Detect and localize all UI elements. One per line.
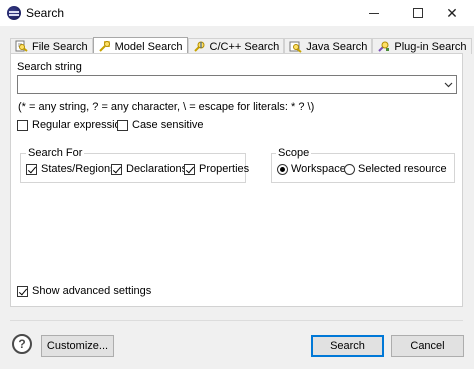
customize-button[interactable]: Customize... [41,335,114,357]
close-icon: ✕ [446,4,458,21]
search-tabs: File Search Model Search C/C++ Search Ja… [10,37,472,55]
selected-resource-radio[interactable]: Selected resource [344,163,447,175]
tab-java-search[interactable]: Java Search [284,38,373,54]
show-advanced-checkbox-box[interactable] [17,285,28,297]
workspace-label: Workspace [291,163,346,175]
tab-label: C/C++ Search [209,40,280,53]
tab-label: Java Search [306,40,368,53]
states-regions-label: States/Regions [41,163,116,175]
footer-separator [10,320,463,321]
case-sensitive-label: Case sensitive [132,119,204,131]
customize-label: Customize... [46,340,109,352]
tab-file-search[interactable]: File Search [10,38,93,54]
plugin-search-icon [377,40,390,53]
minimize-button[interactable] [352,0,396,26]
states-regions-checkbox[interactable]: States/Regions [26,163,116,175]
minimize-icon [369,12,379,14]
show-advanced-checkbox[interactable]: Show advanced settings [17,285,151,297]
declarations-checkbox-box[interactable] [111,163,122,175]
search-string-combo[interactable] [17,75,457,94]
workspace-radio[interactable]: Workspace [277,163,346,175]
java-search-icon [289,40,302,53]
search-button-label: Search [330,340,365,352]
tab-plugin-search[interactable]: Plug-in Search [372,38,472,54]
show-advanced-label: Show advanced settings [32,285,152,297]
case-sensitive-checkbox[interactable]: Case sensitive [117,119,204,131]
close-button[interactable]: ✕ [430,0,474,26]
properties-label: Properties [199,163,250,175]
cancel-button-label: Cancel [410,340,445,352]
tab-label: Plug-in Search [394,40,467,53]
chevron-down-icon[interactable] [444,80,453,89]
help-icon: ? [18,337,26,351]
selected-resource-radio-dot[interactable] [344,163,355,175]
maximize-icon [413,8,423,18]
tab-label: Model Search [114,40,183,53]
eclipse-app-icon [7,6,21,20]
scope-title: Scope [276,147,312,159]
selected-resource-label: Selected resource [358,163,447,175]
properties-checkbox[interactable]: Properties [184,163,249,175]
title-bar: Search ✕ [0,0,474,26]
search-string-label: Search string [17,61,82,73]
case-sensitive-checkbox-box[interactable] [117,119,128,131]
regex-checkbox-box[interactable] [17,119,28,131]
regex-checkbox[interactable]: Regular expression [17,119,127,131]
states-regions-checkbox-box[interactable] [26,163,37,175]
file-search-icon [15,40,28,53]
search-hint: (* = any string, ? = any character, \ = … [18,101,315,113]
window-title: Search [26,6,65,20]
declarations-checkbox[interactable]: Declarations [111,163,187,175]
search-button[interactable]: Search [311,335,384,357]
help-button[interactable]: ? [12,334,32,354]
search-for-title: Search For [26,147,85,159]
cancel-button[interactable]: Cancel [391,335,464,357]
model-search-icon [98,40,111,53]
cpp-search-icon [193,40,206,53]
tab-cpp-search[interactable]: C/C++ Search [187,38,285,54]
regex-label: Regular expression [32,119,127,131]
workspace-radio-dot[interactable] [277,163,288,175]
properties-checkbox-box[interactable] [184,163,195,175]
declarations-label: Declarations [126,163,188,175]
tab-label: File Search [32,40,88,53]
